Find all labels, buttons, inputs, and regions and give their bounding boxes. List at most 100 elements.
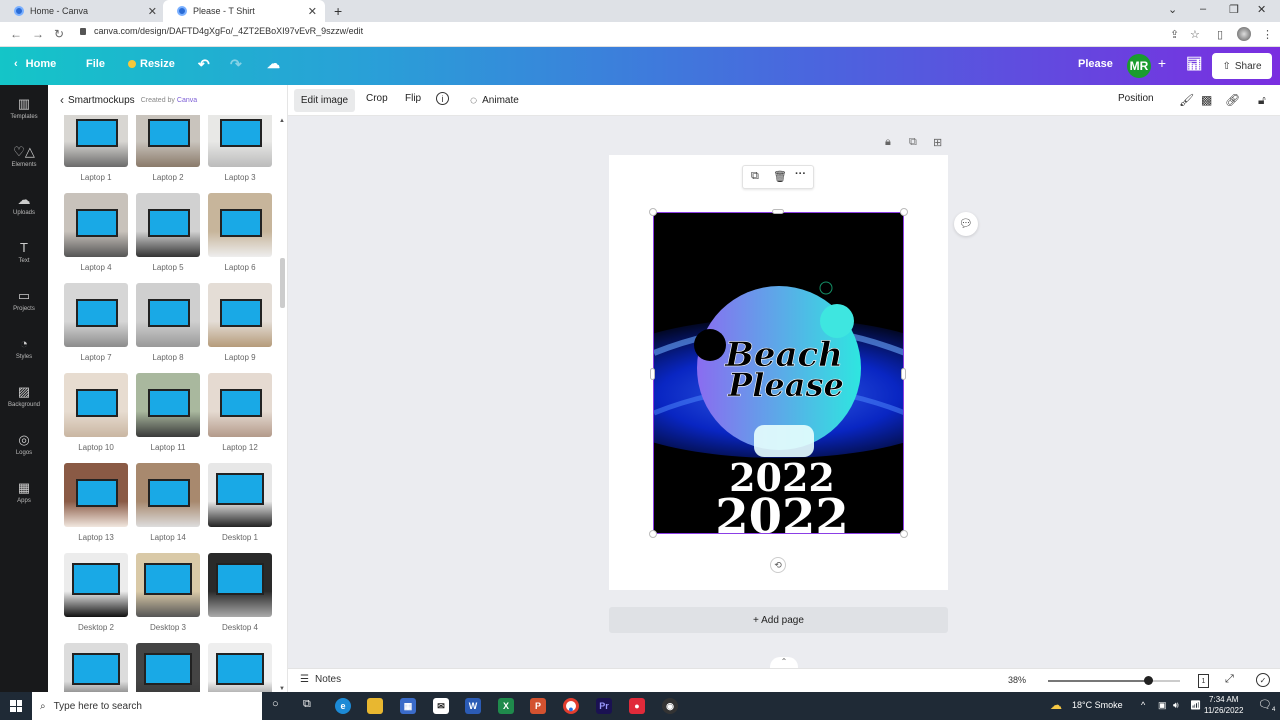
rail-item-projects[interactable]: ▭ Projects: [0, 289, 48, 313]
rail-item-templates[interactable]: ▥ Templates: [0, 97, 48, 121]
fullscreen-icon[interactable]: ⤢: [1225, 673, 1234, 686]
tab-home-canva[interactable]: Home - Canva ✕: [0, 0, 165, 22]
notification-center-icon[interactable]: 🗨︎4: [1258, 698, 1275, 713]
cortana-icon[interactable]: ○: [272, 698, 279, 710]
share-page-icon[interactable]: ⇪: [1170, 28, 1179, 41]
mockup-tile[interactable]: Desktop 1: [208, 463, 272, 542]
word-icon[interactable]: W: [465, 698, 481, 714]
resize-handle-tr[interactable]: [900, 208, 908, 216]
url-field[interactable]: canva.com/design/DAFTD4gXgFo/_4ZT2EBoXI9…: [80, 26, 363, 36]
mockup-tile[interactable]: Laptop 12: [208, 373, 272, 452]
taskbar-clock[interactable]: 7:34 AM 11/26/2022: [1204, 694, 1243, 716]
weather-text[interactable]: 18°C Smoke: [1072, 700, 1123, 710]
paint-roller-icon[interactable]: 🖌︎: [1179, 93, 1194, 107]
lock-icon[interactable]: 🔓︎: [1258, 93, 1266, 108]
task-view-icon[interactable]: ⧉: [303, 698, 311, 711]
rail-item-styles[interactable]: ◔ Styles: [0, 337, 48, 361]
store-icon[interactable]: ▦: [400, 698, 416, 714]
browser-menu-icon[interactable]: ⋮: [1262, 28, 1273, 41]
add-comment-icon[interactable]: 💬︎: [954, 212, 978, 236]
check-icon[interactable]: ✓: [1256, 673, 1270, 687]
bookmark-star-icon[interactable]: ☆: [1190, 28, 1200, 41]
mockup-tile[interactable]: Laptop 7: [64, 283, 128, 362]
creator-link[interactable]: Canva: [177, 97, 197, 104]
resize-button[interactable]: Resize: [128, 58, 175, 70]
side-panel-icon[interactable]: ▯: [1217, 28, 1223, 41]
mockup-tile[interactable]: Laptop 1: [64, 115, 128, 182]
duplicate-icon[interactable]: ⧉: [751, 170, 759, 183]
edit-image-button[interactable]: Edit image: [294, 89, 355, 112]
minimize-button[interactable]: –: [1200, 3, 1206, 15]
selected-image[interactable]: Beach Please 2022 2022: [653, 212, 904, 534]
volume-icon[interactable]: 🔊︎: [1173, 700, 1179, 711]
mockup-tile[interactable]: [64, 643, 128, 692]
mockup-tile[interactable]: Laptop 3: [208, 115, 272, 182]
panel-scrollbar[interactable]: ▲ ▼: [278, 118, 286, 692]
rotate-handle-icon[interactable]: ⟲: [770, 557, 786, 573]
tray-chevron-icon[interactable]: ^: [1141, 700, 1145, 710]
profile-avatar[interactable]: [1237, 27, 1251, 41]
taskbar-search[interactable]: ⌕ Type here to search: [32, 692, 262, 720]
design-name[interactable]: Please: [1078, 58, 1113, 70]
mockup-tile[interactable]: [208, 643, 272, 692]
rail-item-apps[interactable]: ▦ Apps: [0, 481, 48, 505]
mockup-tile[interactable]: Laptop 11: [136, 373, 200, 452]
close-tab-icon[interactable]: ✕: [308, 5, 317, 18]
resize-handle-tl[interactable]: [649, 208, 657, 216]
weather-icon[interactable]: ☁: [1050, 698, 1062, 712]
rail-item-uploads[interactable]: ☁ Uploads: [0, 193, 48, 217]
powerpoint-icon[interactable]: P: [530, 698, 546, 714]
file-explorer-icon[interactable]: [367, 698, 383, 714]
tab-please-tshirt[interactable]: Please - T Shirt ✕: [163, 0, 325, 22]
edge-icon[interactable]: e: [335, 698, 351, 714]
recorder-app-icon[interactable]: ●: [629, 698, 645, 714]
add-page-icon[interactable]: ⊞: [933, 136, 942, 149]
rail-item-background[interactable]: ▨ Background: [0, 385, 48, 409]
resize-handle-top[interactable]: [772, 209, 784, 214]
transparency-icon[interactable]: ▩: [1201, 93, 1212, 107]
file-menu-button[interactable]: File: [86, 58, 105, 70]
add-page-button[interactable]: + Add page: [609, 607, 948, 633]
share-button[interactable]: ⇧ Share: [1212, 53, 1272, 79]
mockup-tile[interactable]: Laptop 9: [208, 283, 272, 362]
mockup-tile[interactable]: Laptop 6: [208, 193, 272, 272]
rail-item-text[interactable]: T Text: [0, 241, 48, 265]
mockup-tile[interactable]: Laptop 5: [136, 193, 200, 272]
mockup-tile[interactable]: Laptop 10: [64, 373, 128, 452]
link-icon[interactable]: 🔗︎: [1225, 93, 1240, 107]
forward-icon[interactable]: →: [32, 27, 44, 41]
back-chevron-icon[interactable]: ‹: [60, 93, 64, 107]
premiere-icon[interactable]: Pr: [596, 698, 612, 714]
info-icon[interactable]: i: [436, 92, 449, 105]
reload-icon[interactable]: ↻: [54, 27, 64, 41]
chrome-icon[interactable]: ●: [563, 698, 579, 714]
resize-handle-br[interactable]: [900, 530, 908, 538]
back-icon[interactable]: ←: [10, 27, 22, 41]
tab-search-chevron-icon[interactable]: ⌄: [1168, 3, 1177, 16]
meet-now-icon[interactable]: ▣: [1158, 700, 1167, 711]
cloud-saved-icon[interactable]: ☁: [267, 56, 280, 72]
mockup-tile[interactable]: Laptop 2: [136, 115, 200, 182]
network-icon[interactable]: 📶︎: [1190, 700, 1201, 711]
undo-icon[interactable]: ↶: [198, 56, 210, 73]
page-count-icon[interactable]: 1: [1198, 674, 1209, 688]
restore-button[interactable]: ❐: [1229, 3, 1239, 16]
excel-icon[interactable]: X: [498, 698, 514, 714]
invite-plus-button[interactable]: +: [1152, 55, 1172, 77]
crop-button[interactable]: Crop: [366, 93, 388, 104]
mockup-tile[interactable]: Laptop 8: [136, 283, 200, 362]
zoom-percentage[interactable]: 38%: [1008, 675, 1026, 685]
mail-icon[interactable]: ✉: [433, 698, 449, 714]
flip-button[interactable]: Flip: [405, 93, 421, 104]
user-avatar[interactable]: MR: [1127, 54, 1151, 78]
resize-handle-left[interactable]: [650, 368, 655, 380]
mockup-tile[interactable]: Laptop 14: [136, 463, 200, 542]
duplicate-page-icon[interactable]: ⧉: [909, 136, 917, 149]
close-window-button[interactable]: ✕: [1257, 3, 1266, 16]
scroll-up-icon[interactable]: ▲: [279, 118, 285, 124]
notes-button[interactable]: ☰ Notes: [300, 674, 341, 685]
delete-trash-icon[interactable]: 🗑︎: [773, 170, 787, 183]
mockup-tile[interactable]: Laptop 4: [64, 193, 128, 272]
rail-item-elements[interactable]: ♡△ Elements: [0, 145, 48, 169]
zoom-slider-knob[interactable]: [1144, 676, 1153, 685]
